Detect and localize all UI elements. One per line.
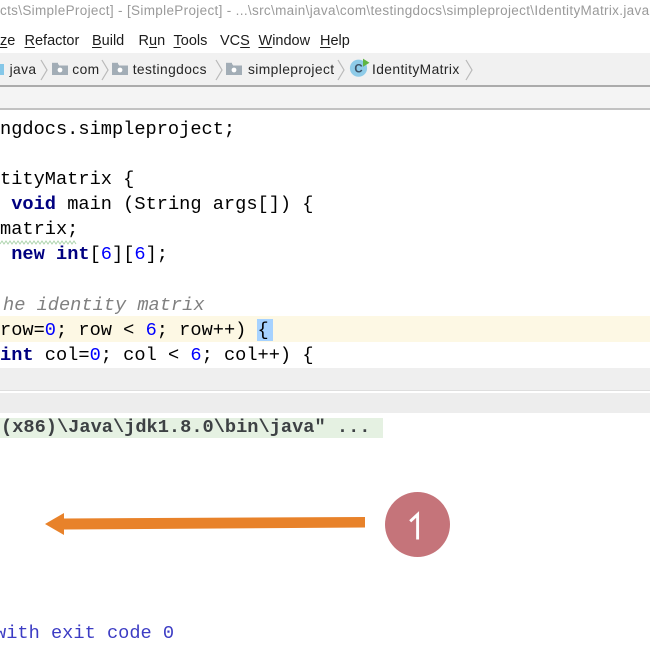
svg-text:C: C xyxy=(354,63,362,75)
